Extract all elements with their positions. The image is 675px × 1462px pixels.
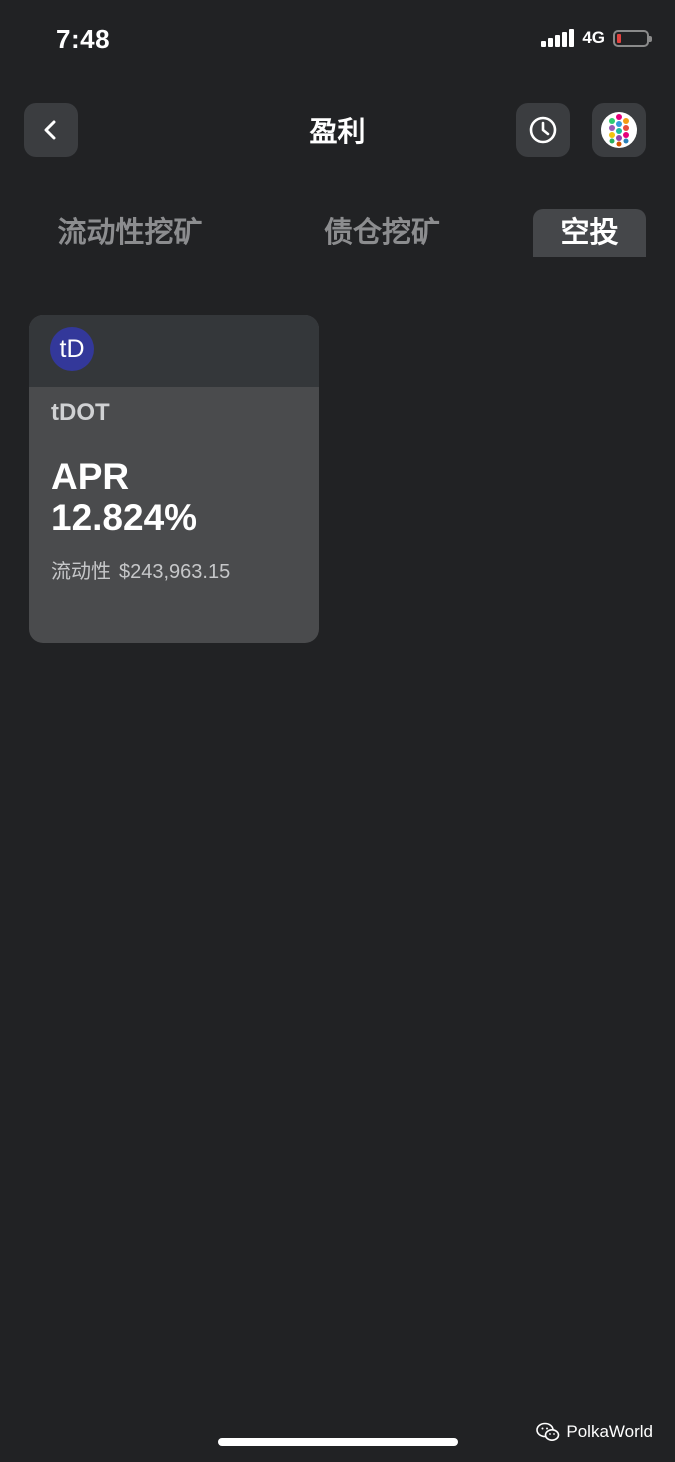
clock-icon [529,116,557,144]
watermark: PolkaWorld [536,1422,653,1442]
liquidity-label: 流动性 [51,561,111,583]
liquidity-info: 流动性 $243,963.15 [51,555,230,584]
liquidity-value: $243,963.15 [119,561,231,583]
tab-liquidity-mining[interactable]: 流动性挖矿 [52,209,208,257]
pool-card[interactable]: tD tDOT APR 12.824% 流动性 $243,963.15 [29,315,319,643]
watermark-text: PolkaWorld [566,1422,653,1441]
earn-tabs: 流动性挖矿 债仓挖矿 空投 [0,209,675,257]
page-title: 盈利 [309,116,366,147]
apr-label: APR [51,456,130,497]
status-time: 7:48 [56,24,111,54]
apr-value: 12.824% [51,497,198,538]
tab-loan-mining[interactable]: 债仓挖矿 [318,209,446,257]
pool-card-header: tD [29,315,319,387]
tab-airdrop[interactable]: 空投 [533,209,646,257]
account-button[interactable] [592,103,646,157]
battery-icon [613,29,652,47]
token-icon: tD [50,327,94,371]
network-type: 4G [582,28,605,47]
token-name: tDOT [51,399,110,426]
home-indicator[interactable] [218,1438,458,1446]
signal-icon [541,29,575,47]
wechat-icon [536,1422,560,1441]
polkadot-avatar-icon [601,112,637,148]
status-indicators: 4G [541,28,652,48]
history-button[interactable] [516,103,570,157]
